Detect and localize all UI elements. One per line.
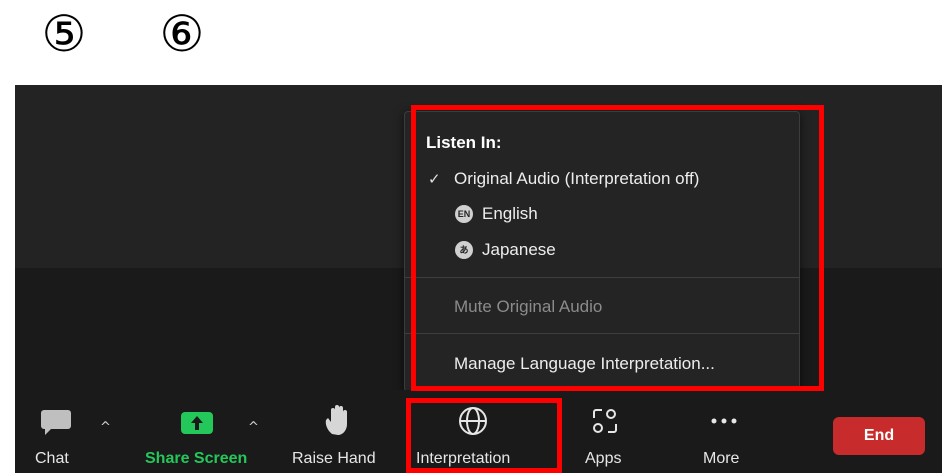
more-label: More [703, 450, 740, 467]
share-options-chevron-icon[interactable]: ^ [248, 420, 259, 435]
more-icon [711, 418, 737, 424]
chat-options-chevron-icon[interactable]: ^ [100, 420, 111, 435]
step-marker-5: ⑤ [41, 5, 87, 63]
raise-hand-label: Raise Hand [292, 450, 376, 467]
apps-button[interactable]: Apps [580, 390, 640, 473]
share-screen-button[interactable]: Share Screen [143, 390, 258, 473]
end-meeting-button[interactable]: End [833, 417, 925, 455]
share-screen-icon [181, 412, 213, 434]
apps-label: Apps [585, 450, 622, 467]
apps-icon [593, 409, 617, 433]
step-marker-6: ⑥ [159, 5, 205, 63]
interpretation-highlight-box [406, 398, 562, 473]
chat-label: Chat [35, 450, 69, 467]
chat-icon [41, 410, 71, 435]
raise-hand-icon [325, 405, 347, 435]
raise-hand-button[interactable]: Raise Hand [287, 390, 387, 473]
chat-button[interactable]: Chat [33, 390, 93, 473]
menu-highlight-box [411, 105, 824, 391]
more-button[interactable]: More [698, 390, 758, 473]
share-screen-label: Share Screen [145, 450, 248, 467]
